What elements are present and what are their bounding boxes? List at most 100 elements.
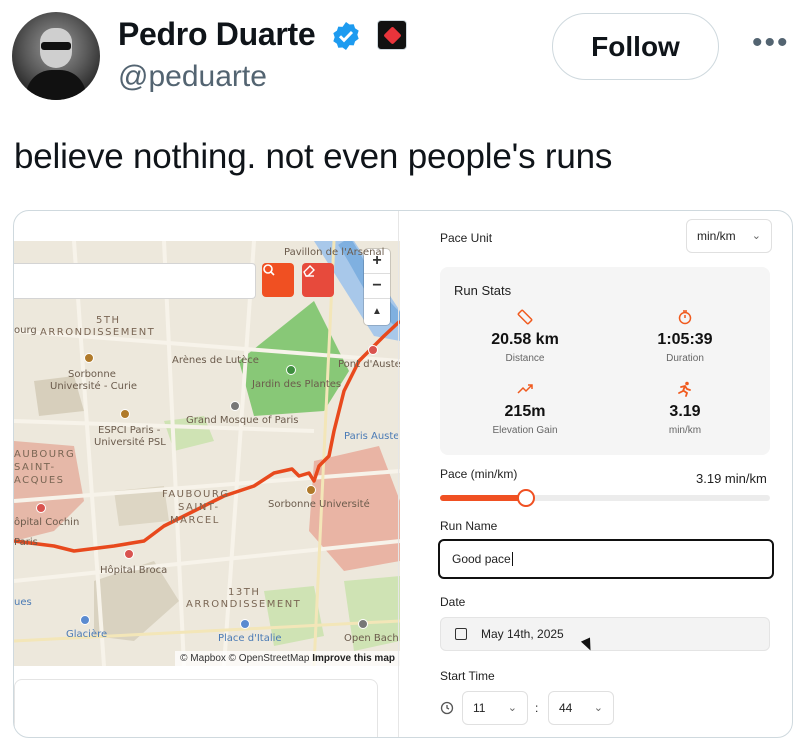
run-stats-card: Run Stats 20.58 km Distance 1:05:39 Dura… (440, 267, 770, 455)
run-name-input[interactable]: Good pace (438, 539, 774, 579)
pace-slider[interactable] (440, 489, 770, 507)
pace-slider-label: Pace (min/km) (440, 467, 518, 481)
calendar-icon (455, 628, 467, 640)
zoom-out-button[interactable]: − (364, 274, 390, 299)
duration-value: 1:05:39 (657, 331, 713, 348)
chevron-down-icon: ⌄ (751, 230, 761, 242)
duration-label: Duration (666, 353, 704, 364)
hour-select[interactable]: 11 ⌄ (462, 691, 528, 725)
map-label: Pont d'Austerlitz (338, 359, 400, 370)
map-label: ARRONDISSEMENT (186, 599, 302, 610)
distance-value: 20.58 km (491, 331, 559, 348)
elevation-stat: 215m Elevation Gain (455, 381, 595, 436)
map-view[interactable]: + − ▲ Pavillon de l'Arsenal 5TH ourg ARR… (14, 241, 400, 666)
pace-value: 3.19 (669, 403, 701, 420)
run-settings-panel: Pace Unit min/km ⌄ Run Stats 20.58 km Di… (414, 211, 792, 737)
map-label: FAUBOURG (162, 489, 230, 500)
pace-unit-label: Pace Unit (440, 231, 493, 245)
date-label: Date (440, 595, 466, 609)
verified-badge-icon[interactable] (330, 20, 362, 52)
eraser-icon (303, 265, 315, 277)
minute-value: 44 (559, 701, 573, 715)
pace-slider-fill (440, 495, 526, 501)
run-name-label: Run Name (440, 519, 498, 533)
map-label: Glacière (66, 629, 108, 640)
clock-icon (440, 701, 454, 715)
clear-route-button[interactable] (302, 263, 334, 297)
map-label: MARCEL (170, 515, 220, 526)
stopwatch-icon (615, 309, 755, 327)
search-icon (263, 264, 275, 276)
map-label: ôpital Cochin (14, 517, 80, 528)
attribution-text[interactable]: © Mapbox © OpenStreetMap (180, 653, 309, 664)
author-handle[interactable]: @peduarte (118, 60, 267, 94)
map-label: ACQUES (14, 475, 65, 486)
poi-marker[interactable] (120, 409, 130, 419)
improve-map-link[interactable]: Improve this map (312, 653, 395, 664)
map-label: Paris Austerlitz (344, 431, 400, 442)
poi-marker[interactable] (80, 615, 90, 625)
map-label: Grand Mosque of Paris (186, 415, 299, 426)
map-label: Pavillon de l'Arsenal (284, 247, 385, 258)
date-value: May 14th, 2025 (481, 627, 564, 641)
ruler-icon (455, 309, 595, 327)
more-options-icon[interactable]: ••• (752, 28, 790, 58)
map-label: ourg (14, 325, 37, 336)
run-name-value: Good pace (452, 552, 511, 566)
pace-unit-value: min/km (697, 229, 736, 243)
elevation-value: 215m (504, 403, 546, 420)
poi-marker[interactable] (286, 365, 296, 375)
poi-marker[interactable] (306, 485, 316, 495)
runner-icon (615, 381, 755, 399)
poi-marker[interactable] (358, 619, 368, 629)
poi-marker[interactable] (84, 353, 94, 363)
time-separator: : (535, 701, 539, 715)
map-label: Open Bach (344, 633, 399, 644)
map-label: Jardin des Plantes (252, 379, 342, 390)
minute-select[interactable]: 44 ⌄ (548, 691, 614, 725)
pace-slider-value: 3.19 min/km (696, 471, 767, 486)
map-label: Arènes de Lutèce (172, 355, 259, 366)
tweet-media[interactable]: + − ▲ Pavillon de l'Arsenal 5TH ourg ARR… (13, 210, 793, 738)
map-search-input[interactable] (14, 263, 256, 299)
search-button[interactable] (262, 263, 294, 297)
duration-stat: 1:05:39 Duration (615, 309, 755, 364)
distance-stat: 20.58 km Distance (455, 309, 595, 364)
poi-marker[interactable] (240, 619, 250, 629)
follow-button[interactable]: Follow (552, 13, 719, 80)
map-label: SAINT- (14, 462, 56, 473)
pace-stat: 3.19 min/km (615, 381, 755, 436)
compass-button[interactable]: ▲ (364, 299, 390, 324)
poi-marker[interactable] (124, 549, 134, 559)
distance-label: Distance (505, 353, 545, 364)
map-attribution[interactable]: © Mapbox © OpenStreetMap Improve this ma… (175, 651, 400, 666)
map-label: Université - Curie (50, 381, 138, 392)
map-label: 5TH (96, 315, 121, 326)
map-label: ESPCI Paris - (98, 425, 161, 436)
author-name[interactable]: Pedro Duarte (118, 16, 316, 53)
chevron-down-icon: ⌄ (507, 702, 517, 714)
panel-divider (398, 211, 399, 737)
pace-unit-select[interactable]: min/km ⌄ (686, 219, 772, 253)
map-label: AUBOURG (14, 449, 76, 460)
affiliate-badge-icon[interactable] (377, 20, 407, 50)
map-label: 13TH (228, 587, 261, 598)
map-zoom-controls: + − ▲ (364, 249, 390, 325)
avatar-body (26, 70, 86, 100)
map-label: Place d'Italie (218, 633, 282, 644)
date-picker[interactable]: May 14th, 2025 (440, 617, 770, 651)
run-stats-title: Run Stats (454, 283, 512, 298)
poi-marker[interactable] (36, 503, 46, 513)
text-caret (511, 552, 513, 566)
avatar[interactable] (12, 12, 100, 100)
pace-unit-sub: min/km (668, 425, 702, 436)
map-label: Hôpital Broca (100, 565, 168, 576)
poi-marker[interactable] (368, 345, 378, 355)
hour-value: 11 (473, 701, 486, 715)
pace-slider-thumb[interactable] (516, 489, 535, 507)
map-label: SAINT- (178, 502, 220, 513)
avatar-glasses (41, 42, 71, 50)
tweet-text: believe nothing. not even people's runs (14, 137, 613, 176)
trend-up-icon (455, 381, 595, 399)
poi-marker[interactable] (230, 401, 240, 411)
